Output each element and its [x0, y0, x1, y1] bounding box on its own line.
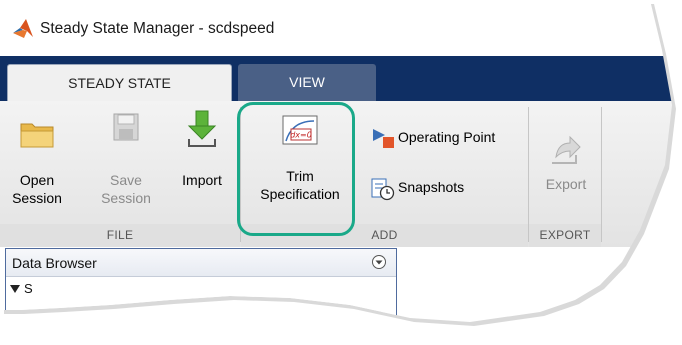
window-title: Steady State Manager - scdspeed	[40, 20, 275, 37]
trim-specification-button[interactable]: dx=0 Trim Specification	[243, 113, 357, 203]
trim-icon-text: dx=0	[290, 131, 312, 140]
trim-label-1: Trim	[286, 168, 314, 184]
export-button[interactable]: Export	[534, 135, 598, 193]
matlab-logo-icon	[13, 19, 33, 38]
export-group-label: EXPORT	[539, 228, 591, 242]
save-label-1: Save	[110, 172, 142, 188]
trim-specification-icon: dx=0	[282, 115, 318, 145]
export-label: Export	[545, 176, 587, 192]
operating-point-icon	[373, 129, 394, 148]
tab-view[interactable]: VIEW	[238, 64, 376, 102]
ribbon-toolstrip: Open Session Save Session Import dx=0 Tr…	[0, 101, 672, 248]
trim-label-2: Specification	[260, 186, 340, 202]
floppy-disk-icon	[113, 113, 139, 141]
group-divider	[528, 107, 529, 242]
save-label-2: Session	[101, 190, 151, 206]
operating-point-label: Operating Point	[398, 129, 496, 145]
group-divider	[240, 107, 241, 242]
file-group-label: FILE	[106, 228, 134, 242]
tab-steady-state[interactable]: STEADY STATE	[7, 64, 232, 102]
export-arrow-icon	[552, 135, 581, 164]
expand-arrow-icon	[10, 285, 20, 293]
save-session-button[interactable]: Save Session	[95, 111, 157, 207]
operating-point-button[interactable]: Operating Point	[371, 127, 527, 149]
import-arrow-icon	[187, 110, 217, 147]
data-browser-row[interactable]: S	[10, 281, 33, 296]
open-label-2: Session	[12, 190, 62, 206]
snapshots-label: Snapshots	[398, 179, 465, 195]
open-session-button[interactable]: Open Session	[8, 119, 66, 207]
tab-strip: STEADY STATE VIEW	[0, 56, 672, 102]
app-window: Steady State Manager - scdspeed STEADY S…	[0, 0, 672, 322]
group-divider	[601, 107, 602, 242]
add-group-label: ADD	[371, 228, 398, 242]
folder-icon	[20, 123, 54, 148]
import-label: Import	[182, 172, 222, 188]
import-button[interactable]: Import	[172, 109, 232, 189]
open-label-1: Open	[19, 172, 55, 188]
data-browser-header: Data Browser	[6, 249, 396, 277]
data-browser-panel: Data Browser S	[5, 248, 397, 322]
data-browser-title: Data Browser	[12, 255, 97, 271]
data-browser-row-label: S	[24, 281, 33, 296]
snapshots-button[interactable]: Snapshots	[371, 177, 491, 201]
snapshots-icon	[371, 178, 395, 201]
chevron-down-circle-icon[interactable]	[371, 254, 387, 270]
title-bar: Steady State Manager - scdspeed	[0, 0, 672, 57]
